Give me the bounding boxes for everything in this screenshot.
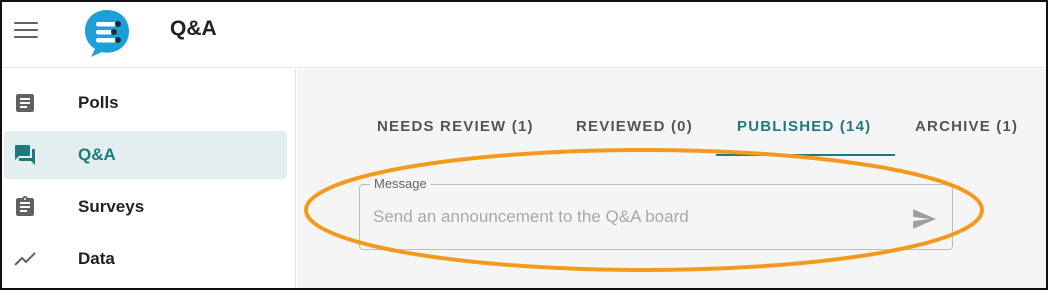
- tab-archive[interactable]: ARCHIVE (1): [915, 105, 1018, 157]
- forum-chat-icon: [15, 145, 35, 165]
- hamburger-menu-icon[interactable]: [14, 22, 38, 40]
- message-field: Message: [359, 176, 953, 250]
- sidebar-item-polls[interactable]: Polls: [4, 79, 287, 127]
- tab-published[interactable]: PUBLISHED (14): [737, 105, 871, 157]
- sidebar-item-label: Q&A: [78, 145, 116, 164]
- sidebar-item-data[interactable]: Data: [4, 235, 287, 283]
- app-header: Q&A: [2, 2, 1046, 68]
- sidebar: Polls Q&A Surveys Data: [2, 69, 296, 288]
- app-window: Q&A Polls Q&A Surveys Data NEEDS REVIEW …: [0, 0, 1048, 290]
- tab-bar: NEEDS REVIEW (1) REVIEWED (0) PUBLISHED …: [297, 105, 1046, 157]
- sidebar-item-surveys[interactable]: Surveys: [4, 183, 287, 231]
- trending-line-icon: [14, 252, 36, 266]
- active-tab-indicator: [716, 154, 895, 156]
- sidebar-item-label: Data: [78, 249, 115, 268]
- chat-bubble-logo-icon: [85, 10, 129, 57]
- send-arrow-icon[interactable]: [909, 206, 939, 232]
- page-title: Q&A: [170, 17, 217, 40]
- tab-reviewed[interactable]: REVIEWED (0): [576, 105, 693, 157]
- poll-document-icon: [16, 94, 34, 112]
- main-content: NEEDS REVIEW (1) REVIEWED (0) PUBLISHED …: [297, 69, 1046, 288]
- clipboard-icon: [16, 196, 34, 216]
- sidebar-item-label: Polls: [78, 93, 119, 112]
- sidebar-item-label: Surveys: [78, 197, 145, 216]
- tab-needs-review[interactable]: NEEDS REVIEW (1): [377, 105, 534, 157]
- message-input[interactable]: [373, 205, 893, 229]
- sidebar-item-qa[interactable]: Q&A: [4, 131, 287, 179]
- message-label: Message: [370, 176, 431, 191]
